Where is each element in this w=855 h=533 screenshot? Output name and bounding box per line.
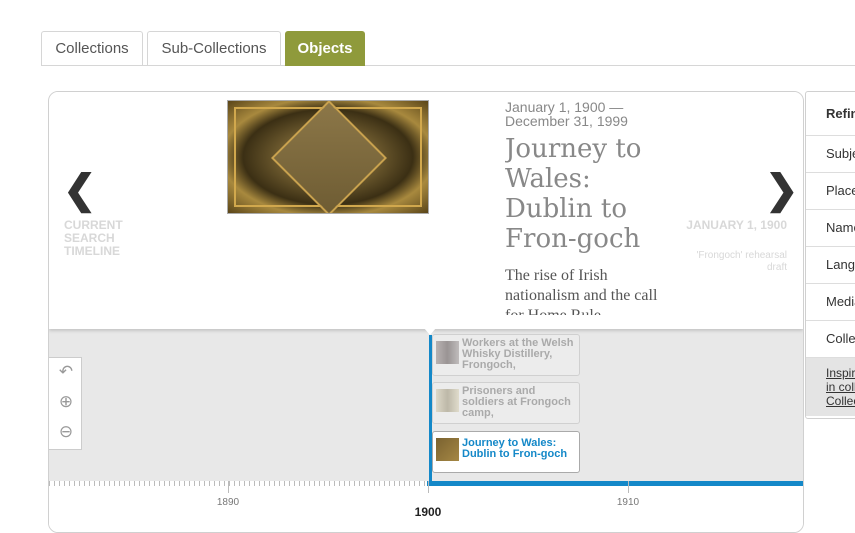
previous-label[interactable]: CURRENT SEARCH TIMELINE: [64, 219, 164, 258]
event-label: Journey to Wales: Dublin to Fron-goch: [462, 437, 568, 460]
major-tick: [628, 481, 629, 493]
refine-sidebar: Refine Subject Place Name Language Media…: [805, 91, 855, 419]
tab-sub-collections[interactable]: Sub-Collections: [147, 31, 281, 65]
link-line[interactable]: in collection: [826, 380, 855, 394]
timeline-panel: ❮ CURRENT SEARCH TIMELINE January 1, 190…: [48, 91, 804, 533]
range-bar: [427, 481, 803, 486]
timeline-event-selected[interactable]: Journey to Wales: Dublin to Fron-goch: [432, 431, 580, 473]
event-label: Workers at the Welsh Whisky Distillery, …: [462, 337, 574, 371]
event-thumbnail: [436, 438, 459, 461]
zoom-in-icon[interactable]: ⊕: [56, 392, 76, 412]
refine-place[interactable]: Place: [806, 173, 855, 210]
refine-heading: Refine: [806, 92, 855, 136]
year-label-current: 1900: [414, 505, 442, 519]
featured-object: ❮ CURRENT SEARCH TIMELINE January 1, 190…: [49, 92, 803, 329]
timeline-event[interactable]: Workers at the Welsh Whisky Distillery, …: [432, 334, 580, 376]
tab-bar: Collections Sub-Collections Objects: [41, 31, 855, 66]
timeline-event[interactable]: Prisoners and soldiers at Frongoch camp,: [432, 382, 580, 424]
object-description: The rise of Irish nationalism and the ca…: [505, 267, 658, 315]
object-image[interactable]: [227, 100, 429, 214]
refine-subject[interactable]: Subject: [806, 136, 855, 173]
event-thumbnail: [436, 341, 459, 364]
tab-collections[interactable]: Collections: [41, 31, 143, 65]
zoom-out-icon[interactable]: ⊖: [56, 422, 76, 442]
pointer-notch: [424, 328, 436, 335]
refine-media[interactable]: Media: [806, 284, 855, 321]
chevron-left-icon[interactable]: ❮: [63, 170, 97, 210]
next-event-title[interactable]: 'Frongoch' rehearsal draft: [677, 250, 787, 274]
major-tick: [428, 481, 429, 493]
zoom-controls: ↶ ⊕ ⊖: [49, 357, 82, 450]
object-info: January 1, 1900 — December 31, 1999 Jour…: [505, 100, 665, 315]
major-tick: [228, 481, 229, 493]
timeline-axis[interactable]: 1890 1900 1910: [49, 481, 803, 532]
event-label: Prisoners and soldiers at Frongoch camp,: [462, 385, 571, 419]
back-arrow-icon[interactable]: ↶: [56, 362, 76, 382]
refine-name[interactable]: Name: [806, 210, 855, 247]
object-date-range: January 1, 1900 — December 31, 1999: [505, 100, 628, 129]
next-event-date[interactable]: JANUARY 1, 1900: [677, 219, 787, 232]
chevron-right-icon[interactable]: ❯: [765, 170, 799, 210]
refine-language[interactable]: Language: [806, 247, 855, 284]
year-label: 1890: [216, 497, 240, 508]
link-line[interactable]: Inspired: [826, 366, 855, 380]
link-line[interactable]: Collections: [826, 394, 855, 408]
event-thumbnail: [436, 389, 459, 412]
inspired-link[interactable]: Inspired in collection Collections: [806, 358, 855, 416]
timeline-track[interactable]: ↶ ⊕ ⊖ Workers at the Welsh Whisky Distil…: [49, 328, 803, 481]
refine-collection[interactable]: Collection: [806, 321, 855, 358]
minor-ticks: [49, 481, 429, 486]
year-label: 1910: [616, 497, 640, 508]
tab-objects[interactable]: Objects: [285, 31, 365, 66]
object-title[interactable]: Journey to Wales: Dublin to Fron-goch: [505, 134, 665, 254]
